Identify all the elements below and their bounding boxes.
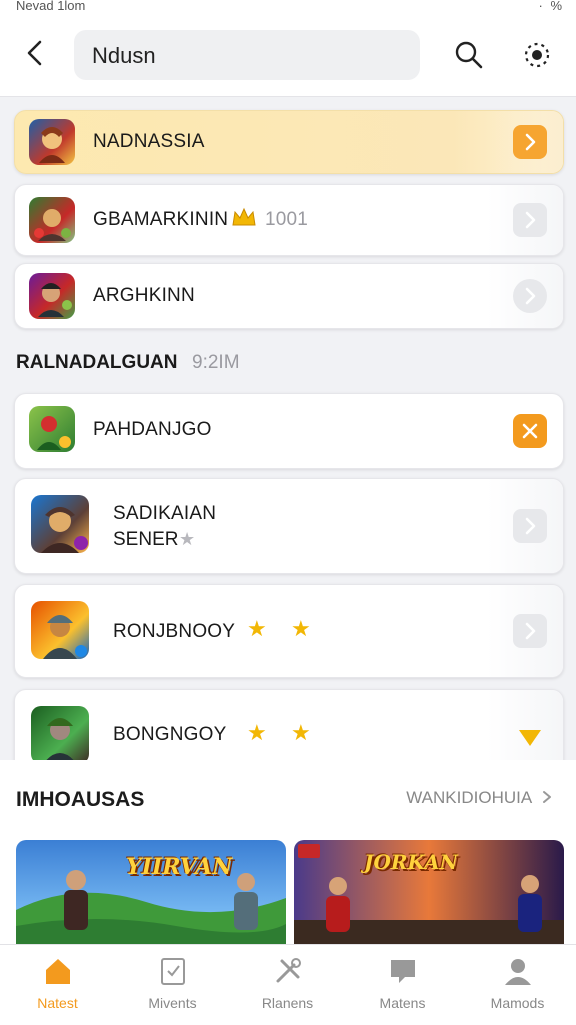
gear-icon [524, 42, 550, 68]
tab-rlanens[interactable]: Rlanens [230, 945, 345, 1025]
top-bar: Ndusn [0, 14, 576, 97]
game-icon [29, 119, 75, 165]
list-item[interactable]: SADIKAIAN SENER ★ [14, 478, 564, 574]
game-icon [29, 406, 75, 452]
tab-natest[interactable]: Natest [0, 945, 115, 1025]
clipboard-icon [161, 958, 185, 985]
chevron-right-icon [543, 791, 551, 803]
banner-logo: YIIRVAN [126, 854, 233, 880]
chevron-right-icon [525, 517, 536, 535]
open-button[interactable] [513, 720, 547, 754]
game-subtitle: SENER [113, 529, 179, 550]
game-icon [29, 273, 75, 319]
see-all-link[interactable]: WANKIDIOHUIA [406, 788, 554, 808]
open-button[interactable] [513, 125, 547, 159]
download-arrow-icon [519, 730, 541, 746]
search-icon [455, 41, 483, 69]
section-title: IMHOAUSAS [16, 788, 145, 811]
tab-label: Rlanens [261, 995, 314, 1011]
close-button[interactable] [513, 414, 547, 448]
back-arrow-icon [27, 40, 42, 66]
home-icon [46, 959, 70, 984]
star-icon: ★ [179, 529, 196, 549]
star-icon: ★ [291, 616, 311, 641]
featured-banner[interactable]: YIIRVAN [16, 840, 286, 944]
battery-text: · % [538, 0, 564, 13]
game-list: NADNASSIA GBAMARKININ 1001 ARGHKINN RALN… [0, 96, 576, 760]
open-button[interactable] [513, 614, 547, 648]
open-button[interactable] [513, 509, 547, 543]
list-item[interactable]: ARGHKINN [14, 263, 564, 329]
open-button[interactable] [513, 203, 547, 237]
game-title: ARGHKINN [93, 285, 195, 306]
chevron-right-icon [525, 211, 536, 229]
tab-mivents[interactable]: Mivents [115, 945, 230, 1025]
game-icon [31, 706, 89, 760]
featured-banner[interactable]: JORKAN [294, 840, 564, 944]
see-all-label: WANKIDIOHUIA [406, 788, 532, 807]
back-button[interactable] [18, 36, 52, 70]
list-item[interactable]: BONGNGOY ★ ★ [14, 689, 564, 760]
close-icon [522, 423, 538, 439]
section-label: RALNADALGUAN [16, 352, 178, 373]
game-icon [31, 601, 89, 659]
chevron-right-icon [525, 622, 536, 640]
game-title: GBAMARKININ [93, 209, 229, 230]
tools-icon [276, 958, 301, 983]
chat-icon [391, 960, 415, 983]
game-icon [29, 197, 75, 243]
status-left-text: Nevad 1lom [16, 0, 86, 13]
tab-label: Mivents [148, 995, 197, 1011]
status-icons: · % [539, 0, 565, 13]
settings-button[interactable] [520, 38, 554, 72]
search-input[interactable]: Ndusn [74, 30, 420, 80]
profile-icon [505, 959, 531, 985]
star-icon: ★ [291, 720, 311, 745]
chevron-right-icon [525, 133, 536, 151]
game-title: PAHDANJGO [93, 419, 212, 440]
status-bar: Nevad 1lom · % [0, 0, 576, 14]
star-icon: ★ [247, 616, 267, 641]
search-input-value: Ndusn [92, 43, 156, 68]
banner-logo: JORKAN [364, 850, 458, 874]
game-title: NADNASSIA [93, 131, 205, 152]
game-badge: 1001 [265, 209, 309, 230]
game-icon [31, 495, 89, 553]
list-item[interactable]: RONJBNOOY ★ ★ [14, 584, 564, 678]
bottom-tab-bar: Natest Mivents Rlanens Matens Mamods [0, 944, 576, 1025]
section-time: 9:2IM [192, 352, 240, 373]
list-item[interactable]: NADNASSIA [14, 110, 564, 174]
star-icon: ★ [247, 720, 267, 745]
game-title: RONJBNOOY [113, 621, 236, 642]
featured-section: IMHOAUSAS WANKIDIOHUIA YIIRVAN JORKAN [0, 760, 576, 944]
chevron-right-icon [525, 287, 536, 305]
tab-label: Natest [37, 995, 78, 1011]
crown-icon [231, 206, 257, 233]
list-item[interactable]: PAHDANJGO [14, 393, 564, 469]
game-title: SADIKAIAN [113, 503, 217, 524]
tab-label: Mamods [490, 995, 545, 1011]
open-button[interactable] [513, 279, 547, 313]
tab-matens[interactable]: Matens [345, 945, 460, 1025]
game-title: BONGNGOY [113, 724, 227, 745]
tab-mamods[interactable]: Mamods [460, 945, 575, 1025]
list-item[interactable]: GBAMARKININ 1001 [14, 184, 564, 256]
search-button[interactable] [452, 38, 486, 72]
tab-label: Matens [379, 995, 426, 1011]
